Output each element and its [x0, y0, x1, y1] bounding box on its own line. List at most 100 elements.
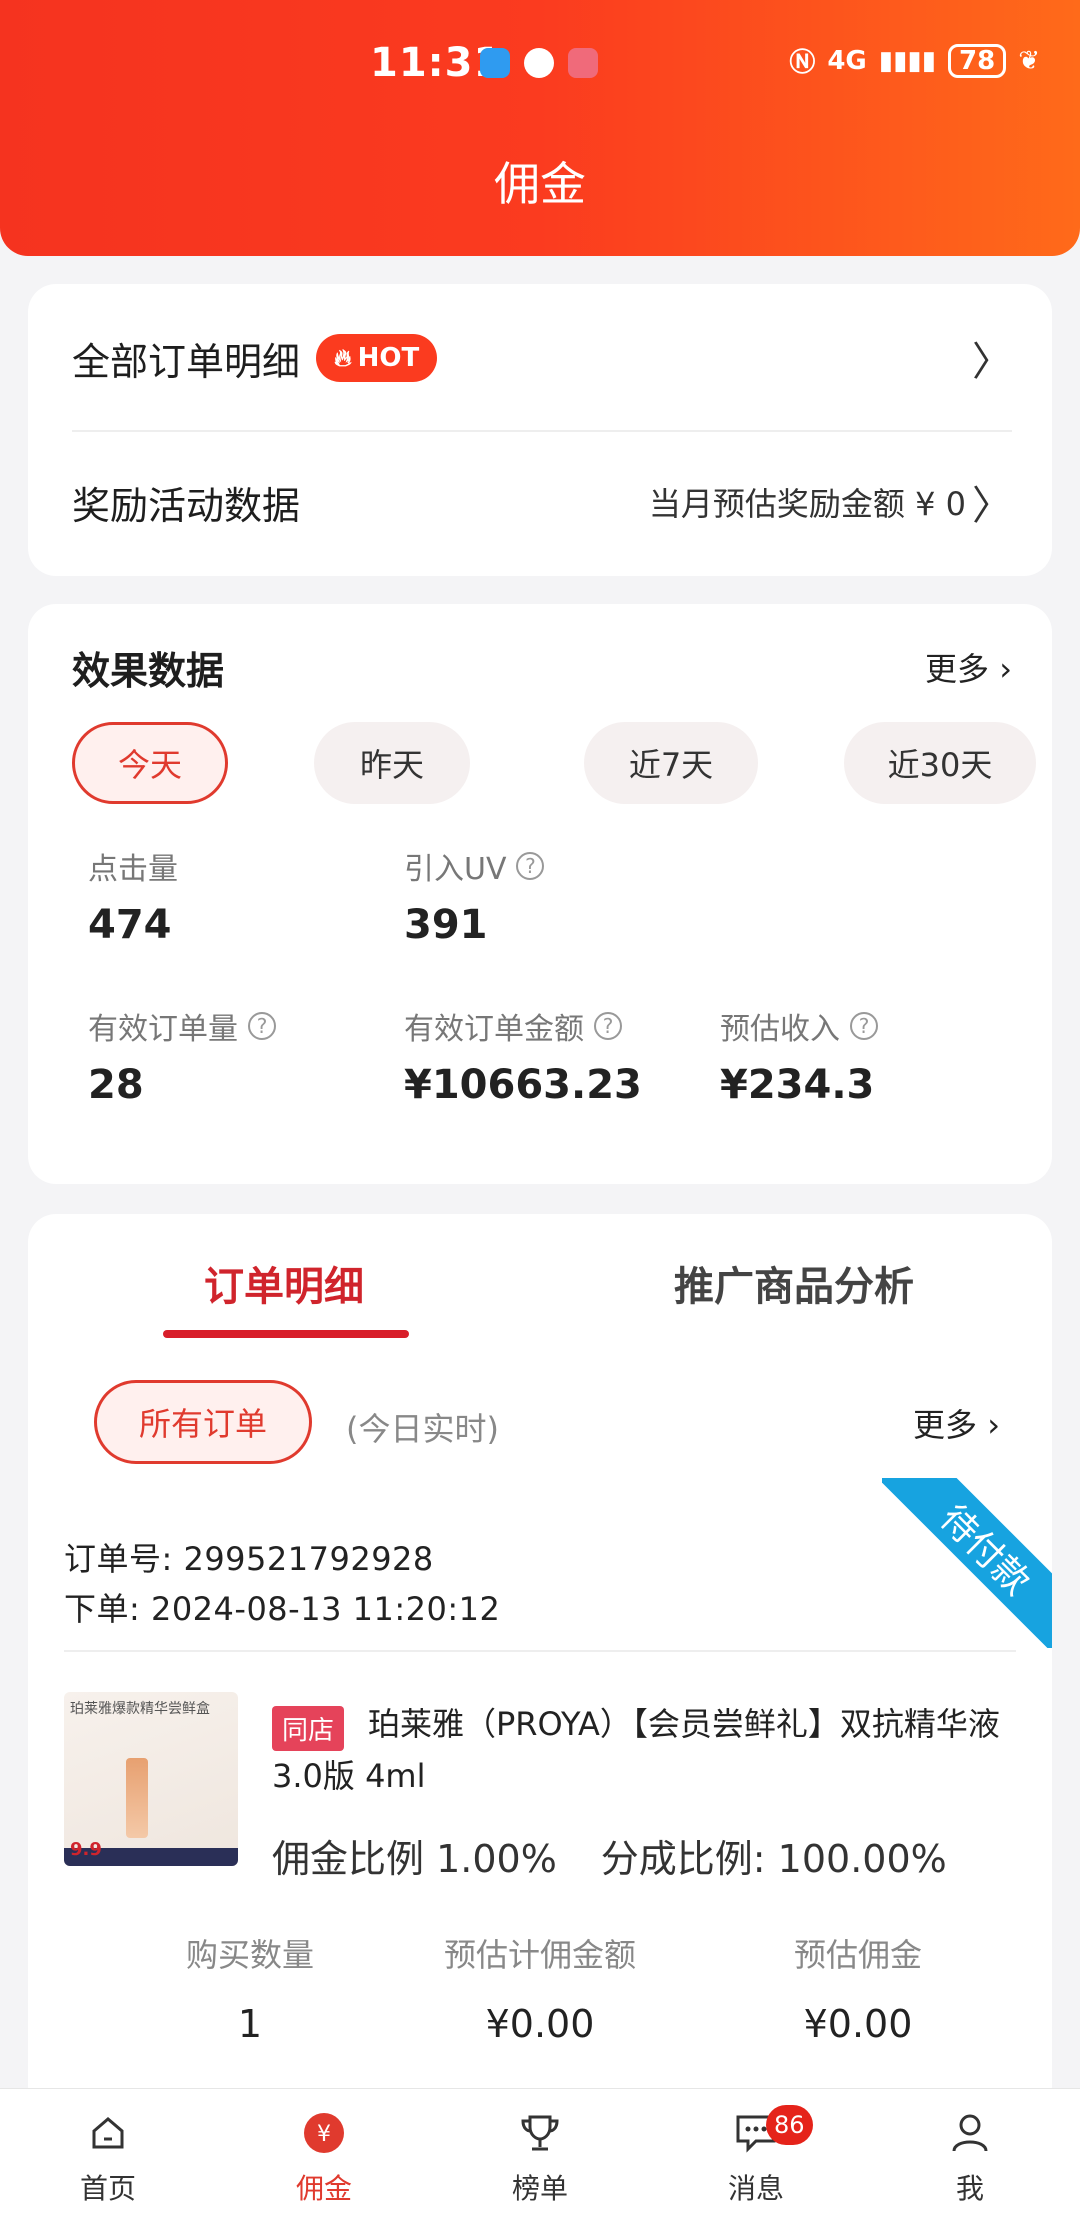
hot-badge: 🔥︎ HOT: [316, 334, 438, 382]
same-store-tag: 同店: [272, 1706, 345, 1751]
range-today[interactable]: 今天: [72, 722, 228, 804]
trophy-icon: [518, 2111, 562, 2155]
tab-order-detail[interactable]: 订单明细: [204, 1254, 364, 1312]
chevron-right-icon: 〉: [972, 339, 1012, 385]
browser-app-icon: [524, 48, 554, 78]
message-badge: 86: [766, 2105, 813, 2145]
order-status-ribbon: 待付款: [882, 1478, 1052, 1648]
hot-badge-label: HOT: [357, 343, 420, 373]
metric-value: 28: [88, 1062, 144, 1108]
metric-value: ¥10663.23: [404, 1062, 642, 1108]
filter-label: 所有订单: [138, 1405, 267, 1443]
nav-label: 我: [955, 2172, 984, 2205]
realtime-hint: (今日实时): [346, 1410, 499, 1448]
metric-label: 点击量: [88, 852, 178, 887]
all-orders-row[interactable]: 全部订单明细 🔥︎ HOT 〉: [72, 328, 1012, 388]
stat-value: 1: [237, 2002, 263, 2046]
stat-quantity: 购买数量 1: [100, 1930, 400, 2046]
metric-label: 有效订单量: [88, 1012, 238, 1047]
all-orders-filter[interactable]: 所有订单: [94, 1380, 312, 1464]
metric-value: 474: [88, 902, 172, 948]
range-7days[interactable]: 近7天: [584, 722, 758, 804]
more-label: 更多: [925, 650, 990, 688]
active-tab-indicator: [163, 1330, 409, 1338]
nav-me[interactable]: 我: [900, 2111, 1040, 2207]
metric-valid-amount: 有效订单金额? ¥10663.23: [404, 1004, 642, 1108]
range-label: 昨天: [359, 746, 424, 784]
reward-value: 当月预估奖励金额 ¥ 0: [648, 485, 966, 523]
metric-uv: 引入UV? 391: [404, 844, 545, 948]
network-label: 4G: [827, 45, 867, 76]
metric-est-income: 预估收入? ¥234.3: [720, 1004, 878, 1108]
order-date: 下单: 2024-08-13 11:20:12: [64, 1590, 501, 1628]
metric-valid-orders: 有效订单量? 28: [88, 1004, 276, 1108]
page-title: 佣金: [494, 157, 586, 211]
orders-more-link[interactable]: 更多 ›: [913, 1400, 1000, 1446]
metric-label: 有效订单金额: [404, 1012, 584, 1047]
battery-level: 78: [948, 43, 1007, 78]
order-detail-card: 订单明细 推广商品分析 所有订单 (今日实时) 更多 › 待付款 订单号: 29…: [28, 1214, 1052, 2114]
nav-label: 佣金: [295, 2172, 352, 2205]
nav-ranking[interactable]: 榜单: [470, 2111, 610, 2207]
user-icon: [948, 2111, 992, 2155]
tab-product-analysis[interactable]: 推广商品分析: [674, 1254, 914, 1312]
effect-title: 效果数据: [72, 649, 225, 693]
nav-messages[interactable]: 86 消息: [686, 2105, 826, 2207]
order-number: 订单号: 299521792928: [64, 1540, 434, 1578]
stat-est-commission: 预估佣金 ¥0.00: [708, 1930, 1008, 2046]
nav-label: 消息: [727, 2172, 784, 2205]
leaf-icon: ❦: [1018, 45, 1040, 76]
nav-home[interactable]: 首页: [38, 2111, 178, 2207]
status-bar: 11:31 Ⓝ 4G ▮▮▮▮ 78 ❦: [0, 36, 1080, 92]
more-label: 更多: [913, 1406, 978, 1444]
reward-data-row[interactable]: 奖励活动数据 当月预估奖励金额 ¥ 0 〉: [72, 472, 1012, 532]
all-orders-label: 全部订单明细: [72, 339, 301, 384]
range-label: 近30天: [887, 746, 993, 784]
divider: [72, 430, 1012, 432]
home-icon: [86, 2111, 130, 2155]
product-title[interactable]: 珀莱雅（PROYA）【会员尝鲜礼】双抗精华液3.0版 4ml: [272, 1698, 1016, 1802]
range-label: 近7天: [628, 746, 714, 784]
orders-summary-card: 全部订单明细 🔥︎ HOT 〉 奖励活动数据 当月预估奖励金额 ¥ 0 〉: [28, 284, 1052, 576]
yen-icon: ¥: [302, 2111, 346, 2155]
metric-value: 391: [404, 902, 488, 948]
effect-data-card: 效果数据 更多 › 今天 昨天 近7天 近30天 点击量 474 引入UV? 3…: [28, 604, 1052, 1184]
nfc-icon: Ⓝ: [789, 48, 816, 78]
date-range-tabs: 今天 昨天 近7天 近30天: [72, 722, 1036, 804]
stat-label: 购买数量: [185, 1936, 314, 1974]
help-icon[interactable]: ?: [594, 1012, 622, 1040]
chevron-right-icon: ›: [987, 1406, 1000, 1444]
help-icon[interactable]: ?: [516, 852, 545, 880]
ratio-row: 佣金比例 1.00% 分成比例: 100.00%: [272, 1828, 947, 1883]
thumb-price: 9.9: [70, 1839, 102, 1860]
metric-value: ¥234.3: [720, 1062, 875, 1108]
stat-value: ¥0.00: [803, 2002, 913, 2046]
help-icon[interactable]: ?: [850, 1012, 878, 1040]
help-icon[interactable]: ?: [248, 1012, 276, 1040]
product-bottle-image: [126, 1758, 148, 1838]
order-status: 待付款: [882, 1478, 1052, 1648]
metric-clicks: 点击量 474: [88, 844, 178, 948]
metric-label: 引入UV: [404, 852, 507, 887]
header: 11:31 Ⓝ 4G ▮▮▮▮ 78 ❦ 佣金: [0, 0, 1080, 256]
weather-app-icon: [480, 48, 510, 78]
effect-more-link[interactable]: 更多 ›: [925, 644, 1012, 690]
stat-value: ¥0.00: [485, 2002, 595, 2046]
store-app-icon: [568, 48, 598, 78]
bottom-nav: 首页 ¥ 佣金 榜单 86 消息 我: [0, 2088, 1080, 2228]
nav-commission[interactable]: ¥ 佣金: [254, 2111, 394, 2207]
stat-commission-base: 预估计佣金额 ¥0.00: [390, 1930, 690, 2046]
chevron-right-icon: ›: [999, 650, 1012, 688]
stat-label: 预估计佣金额: [443, 1936, 636, 1974]
svg-text:¥: ¥: [317, 2122, 331, 2147]
product-thumbnail[interactable]: 珀莱雅爆款精华尝鲜盒 9.9: [64, 1692, 238, 1866]
range-30days[interactable]: 近30天: [844, 722, 1036, 804]
reward-label: 奖励活动数据: [72, 483, 301, 528]
flame-icon: 🔥︎: [334, 344, 352, 372]
signal-icon: ▮▮▮▮: [878, 45, 937, 76]
range-yesterday[interactable]: 昨天: [314, 722, 470, 804]
divider: [64, 1650, 1016, 1652]
commission-rate: 佣金比例 1.00%: [272, 1837, 557, 1881]
range-label: 今天: [117, 746, 182, 784]
chevron-right-icon: 〉: [972, 483, 1012, 529]
